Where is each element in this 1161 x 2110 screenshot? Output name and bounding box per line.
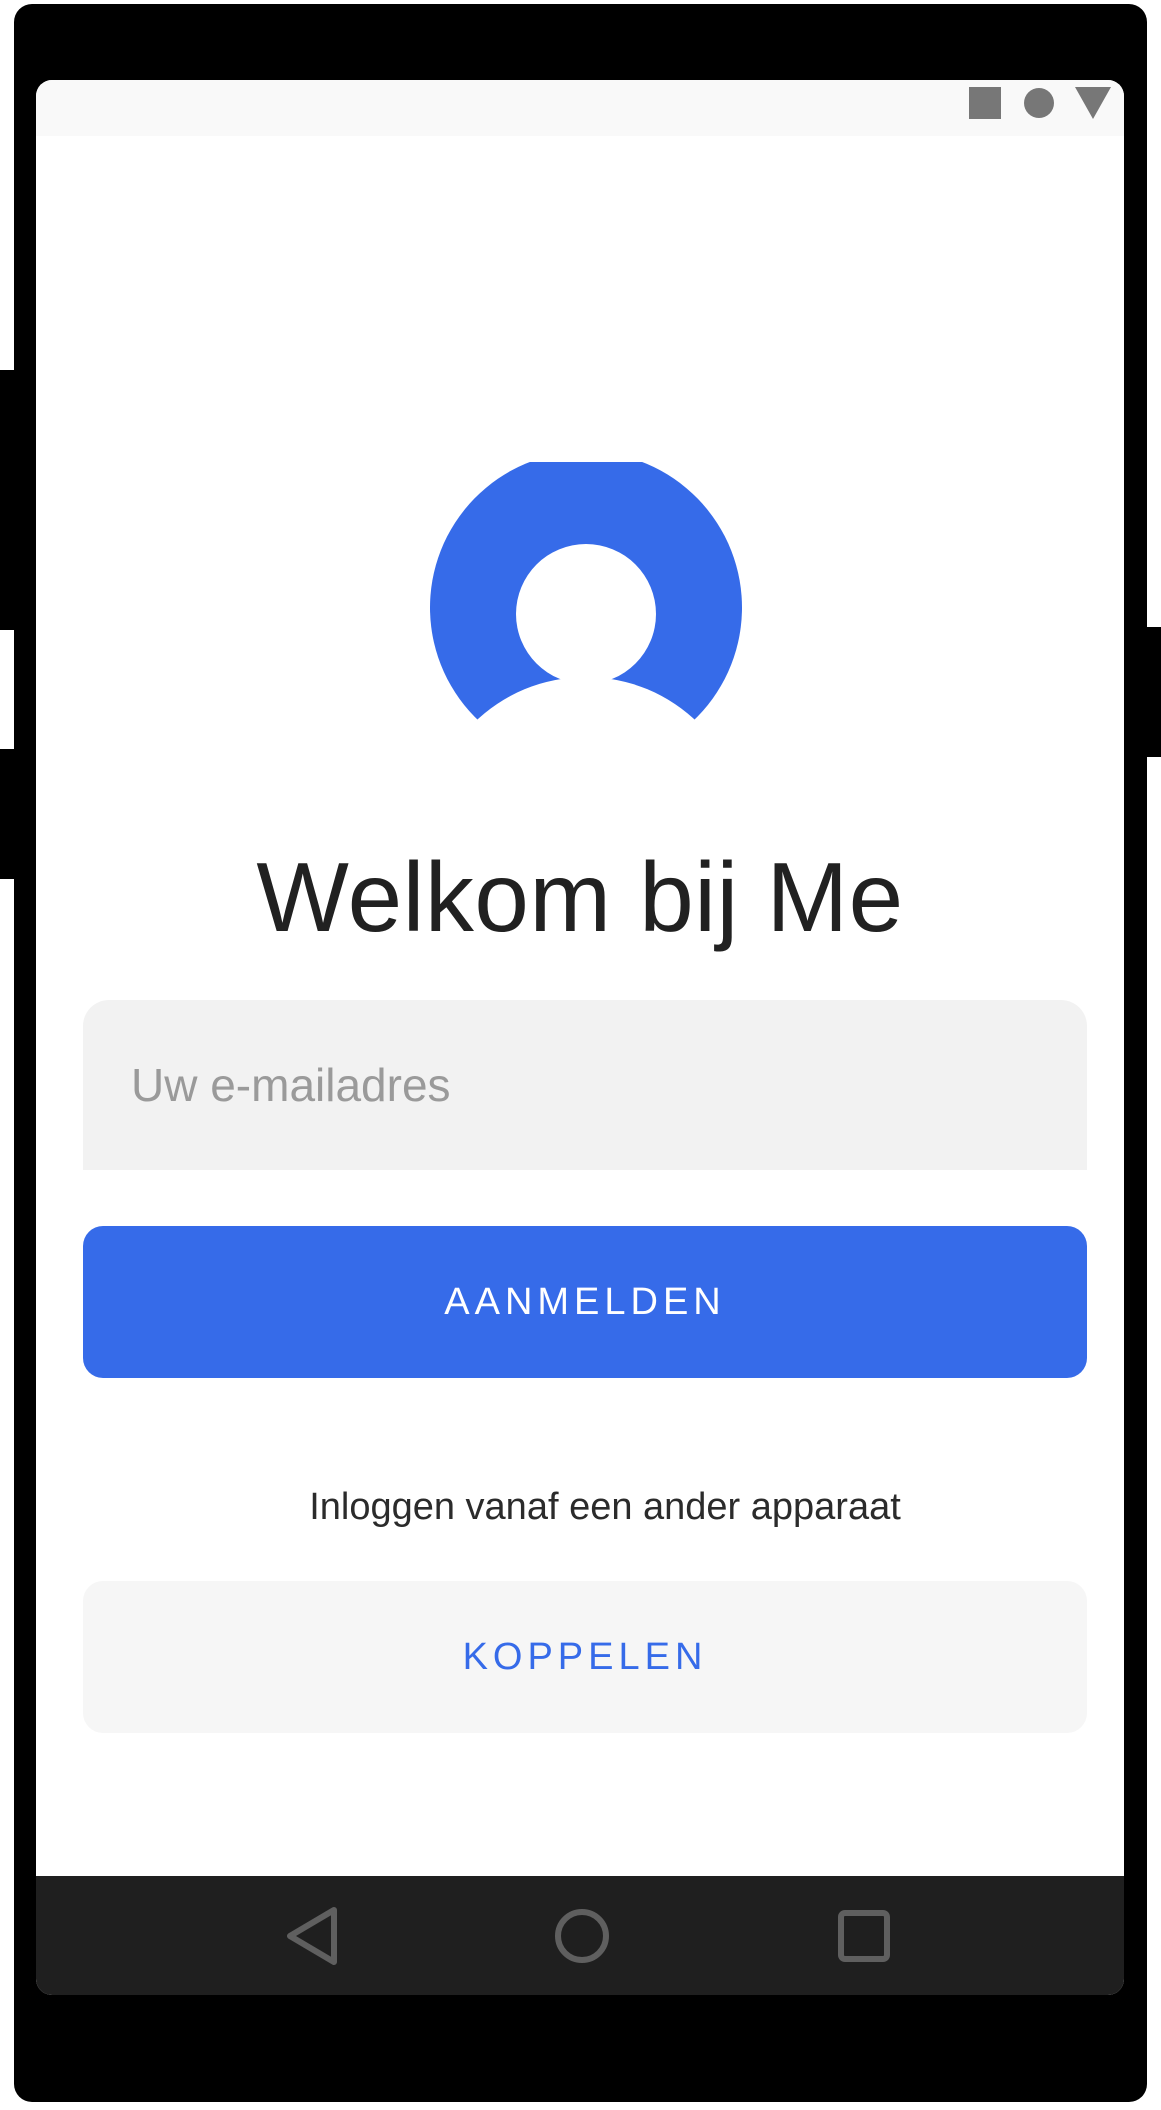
status-bar	[36, 80, 1124, 136]
email-input[interactable]	[83, 1000, 1087, 1170]
circle-icon	[1024, 88, 1054, 118]
home-button[interactable]	[546, 1900, 618, 1972]
square-icon	[969, 87, 1001, 119]
side-button-right	[1147, 627, 1161, 757]
recents-icon	[838, 1910, 890, 1962]
recents-button[interactable]	[828, 1900, 900, 1972]
power-button	[0, 749, 14, 879]
device-frame: Welkom bij Me AANMELDEN Inloggen vanaf e…	[0, 4, 1161, 2102]
navigation-bar	[36, 1876, 1124, 1995]
device-screen: Welkom bij Me AANMELDEN Inloggen vanaf e…	[36, 80, 1124, 1995]
user-avatar-icon	[430, 462, 742, 722]
home-icon	[555, 1909, 609, 1963]
other-device-text: Inloggen vanaf een ander apparaat	[309, 1486, 901, 1528]
sign-in-button[interactable]: AANMELDEN	[83, 1226, 1087, 1378]
back-button[interactable]	[276, 1900, 348, 1972]
back-icon	[287, 1907, 337, 1965]
welcome-title: Welkom bij Me	[256, 842, 904, 952]
volume-button	[0, 370, 14, 630]
link-device-button[interactable]: KOPPELEN	[83, 1581, 1087, 1733]
triangle-down-icon	[1075, 87, 1111, 119]
login-screen: Welkom bij Me AANMELDEN Inloggen vanaf e…	[36, 136, 1124, 1876]
